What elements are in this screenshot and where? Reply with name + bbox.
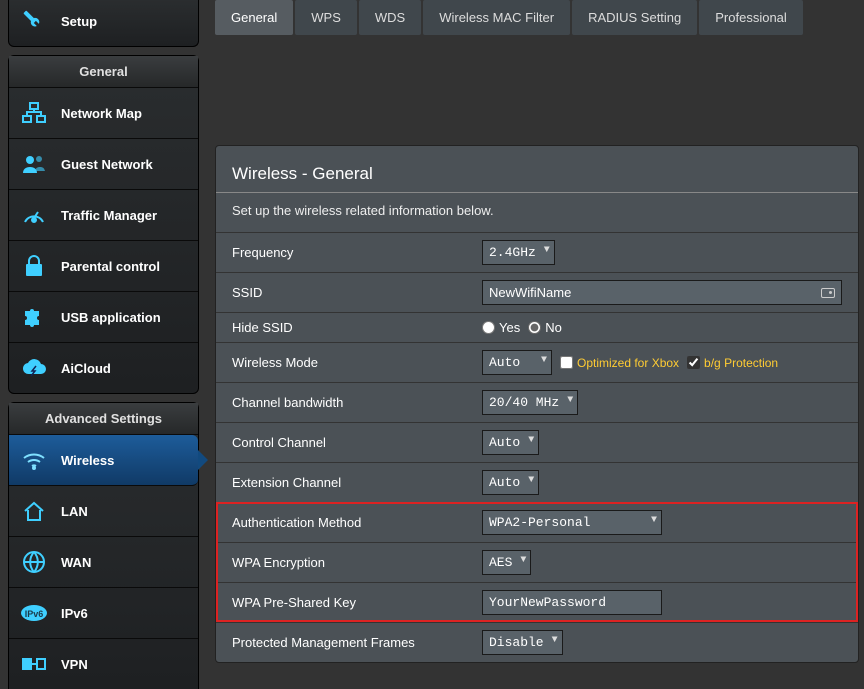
select-frequency[interactable]: 2.4GHz: [482, 240, 555, 265]
panel-title: Wireless - General: [216, 146, 858, 192]
label-wpa-encryption: WPA Encryption: [232, 555, 482, 570]
sidebar-item-label: Guest Network: [61, 157, 153, 172]
select-extension-channel[interactable]: Auto: [482, 470, 539, 495]
sidebar-item-label: Network Map: [61, 106, 142, 121]
sidebar-item-label: LAN: [61, 504, 88, 519]
sidebar-item-wan[interactable]: WAN: [9, 537, 198, 588]
tab-radius[interactable]: RADIUS Setting: [572, 0, 697, 35]
select-channel-bw[interactable]: 20/40 MHz: [482, 390, 578, 415]
sidebar-item-wireless[interactable]: Wireless: [9, 435, 198, 486]
sidebar-advanced-header: Advanced Settings: [9, 403, 198, 435]
input-wpa-psk[interactable]: YourNewPassword: [482, 590, 662, 615]
sidebar-item-parental-control[interactable]: Parental control: [9, 241, 198, 292]
ipv6-icon: IPv6: [19, 600, 49, 626]
sidebar-item-label: IPv6: [61, 606, 88, 621]
select-pmf[interactable]: Disable: [482, 630, 563, 655]
select-wpa-encryption[interactable]: AES: [482, 550, 531, 575]
lock-icon: [19, 253, 49, 279]
sidebar-item-usb-application[interactable]: USB application: [9, 292, 198, 343]
puzzle-icon: [19, 304, 49, 330]
tab-professional[interactable]: Professional: [699, 0, 803, 35]
input-ssid[interactable]: NewWifiName: [482, 280, 842, 305]
label-ssid: SSID: [232, 285, 482, 300]
label-channel-bw: Channel bandwidth: [232, 395, 482, 410]
select-auth-method[interactable]: WPA2-Personal: [482, 510, 662, 535]
tab-wps[interactable]: WPS: [295, 0, 357, 35]
sidebar-item-traffic-manager[interactable]: Traffic Manager: [9, 190, 198, 241]
sidebar-item-label: Wireless: [61, 453, 114, 468]
input-ssid-value: NewWifiName: [489, 285, 571, 300]
divider: [216, 192, 858, 193]
sidebar-item-lan[interactable]: LAN: [9, 486, 198, 537]
guest-icon: [19, 151, 49, 177]
sidebar-item-label: Parental control: [61, 259, 160, 274]
select-wireless-mode[interactable]: Auto: [482, 350, 552, 375]
label-wpa-psk: WPA Pre-Shared Key: [232, 595, 482, 610]
wrench-icon: [19, 8, 49, 34]
sidebar-item-label: VPN: [61, 657, 88, 672]
card-icon: [821, 288, 835, 298]
sidebar-item-vpn[interactable]: VPN: [9, 639, 198, 689]
label-wireless-mode: Wireless Mode: [232, 355, 482, 370]
sidebar-item-label: Traffic Manager: [61, 208, 157, 223]
sidebar-item-network-map[interactable]: Network Map: [9, 88, 198, 139]
label-hide-ssid: Hide SSID: [232, 320, 482, 335]
sidebar-item-setup[interactable]: Setup: [9, 0, 198, 46]
label-frequency: Frequency: [232, 245, 482, 260]
vpn-icon: [19, 651, 49, 677]
network-icon: [19, 100, 49, 126]
sidebar-item-label: WAN: [61, 555, 91, 570]
home-icon: [19, 498, 49, 524]
cloud-icon: [19, 355, 49, 381]
sidebar-item-label: Setup: [61, 14, 97, 29]
gauge-icon: [19, 202, 49, 228]
checkbox-bg-protection[interactable]: b/g Protection: [687, 356, 778, 370]
globe-icon: [19, 549, 49, 575]
panel-description: Set up the wireless related information …: [216, 203, 858, 232]
tab-mac-filter[interactable]: Wireless MAC Filter: [423, 0, 570, 35]
radio-hide-ssid-yes[interactable]: Yes: [482, 320, 520, 335]
label-control-channel: Control Channel: [232, 435, 482, 450]
tab-general[interactable]: General: [215, 0, 293, 35]
sidebar-general-header: General: [9, 56, 198, 88]
label-pmf: Protected Management Frames: [232, 635, 482, 650]
radio-hide-ssid-no[interactable]: No: [528, 320, 562, 335]
svg-text:IPv6: IPv6: [25, 609, 44, 619]
sidebar-item-label: AiCloud: [61, 361, 111, 376]
sidebar-item-ipv6[interactable]: IPv6 IPv6: [9, 588, 198, 639]
label-extension-channel: Extension Channel: [232, 475, 482, 490]
select-control-channel[interactable]: Auto: [482, 430, 539, 455]
sidebar-item-label: USB application: [61, 310, 161, 325]
checkbox-xbox[interactable]: Optimized for Xbox: [560, 356, 679, 370]
sidebar-item-guest-network[interactable]: Guest Network: [9, 139, 198, 190]
label-auth-method: Authentication Method: [232, 515, 482, 530]
tab-wds[interactable]: WDS: [359, 0, 421, 35]
wifi-icon: [19, 447, 49, 473]
sidebar-item-aicloud[interactable]: AiCloud: [9, 343, 198, 393]
